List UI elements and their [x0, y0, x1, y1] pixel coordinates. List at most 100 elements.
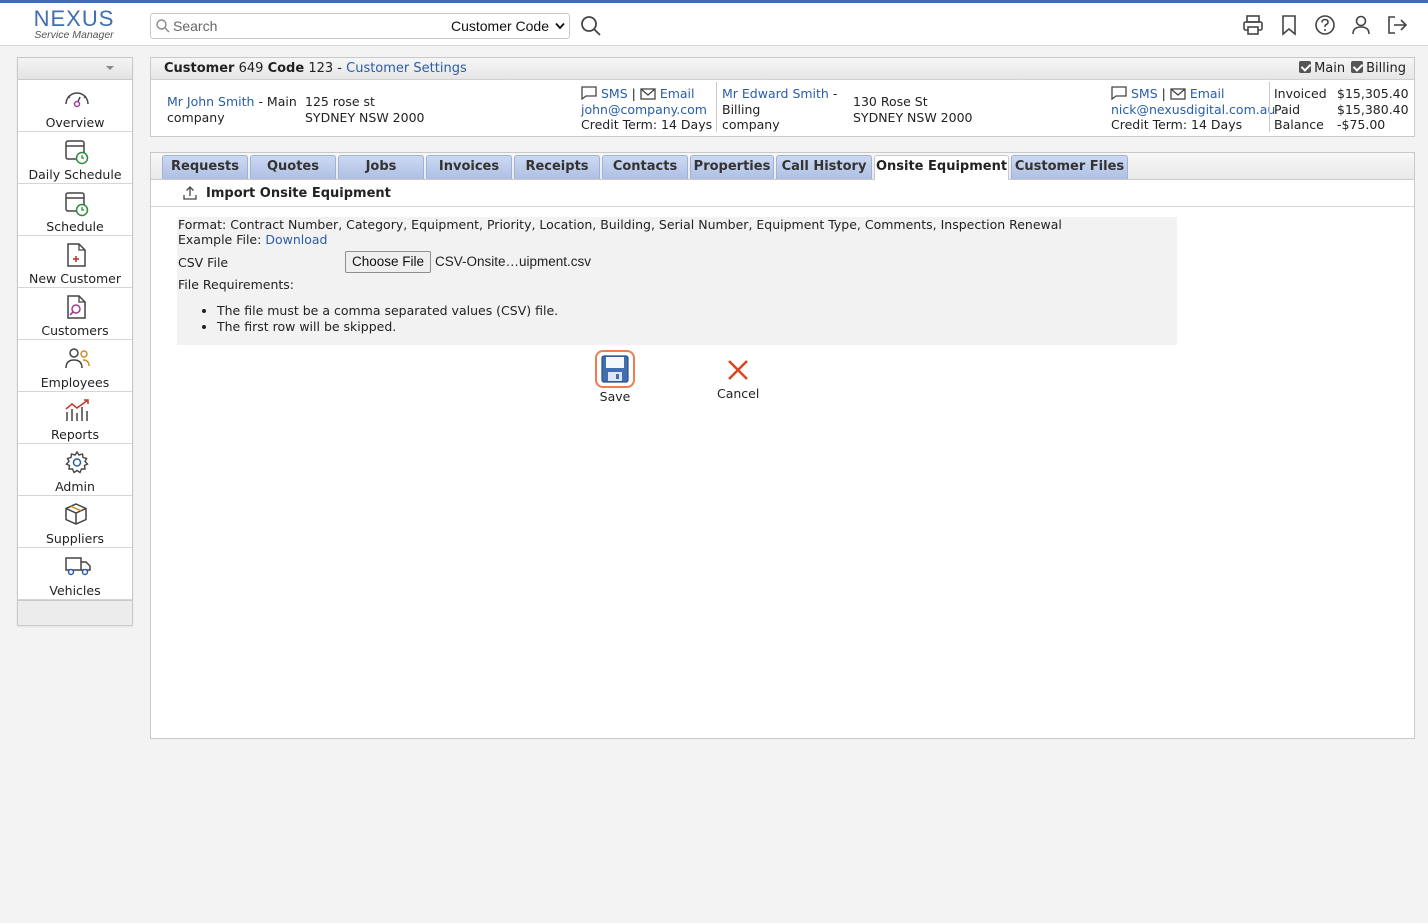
sidebar-item-overview[interactable]: Overview	[18, 80, 132, 132]
tab-contacts[interactable]: Contacts	[602, 155, 688, 179]
paid-label: Paid	[1274, 101, 1301, 117]
main-toggle[interactable]: Main	[1299, 58, 1345, 80]
totals-labels: Invoiced Paid Balance	[1274, 86, 1327, 133]
billing-address: 130 Rose St SYDNEY NSW 2000	[853, 94, 972, 125]
cancel-button[interactable]: Cancel	[717, 358, 759, 401]
main-contact-name[interactable]: Mr John Smith	[167, 94, 254, 109]
message-icon	[581, 86, 597, 100]
tab-jobs[interactable]: Jobs	[338, 155, 424, 179]
sidebar-item-customers[interactable]: Customers	[18, 288, 132, 340]
main-email-link[interactable]: Email	[660, 86, 695, 101]
save-label: Save	[599, 389, 631, 404]
main-contact-role: - Main	[258, 94, 297, 109]
sidebar-item-label: New Customer	[29, 271, 121, 286]
search-mode-select[interactable]: Customer Code	[451, 16, 565, 36]
search-icon	[156, 19, 170, 33]
sidebar-item-label: Schedule	[46, 219, 104, 234]
logout-icon[interactable]	[1386, 14, 1408, 36]
tab-receipts[interactable]: Receipts	[514, 155, 600, 179]
save-button[interactable]: Save	[595, 350, 635, 404]
tab-customer-files[interactable]: Customer Files	[1011, 155, 1128, 179]
balance-value: -$75.00	[1337, 117, 1386, 132]
search-input[interactable]	[173, 17, 433, 35]
section-title: Import Onsite Equipment	[206, 186, 391, 201]
sidebar-item-admin[interactable]: Admin	[18, 444, 132, 496]
top-toolbar	[1242, 14, 1408, 36]
billing-contact-name[interactable]: Mr Edward Smith	[722, 86, 829, 101]
tab-requests[interactable]: Requests	[162, 155, 248, 179]
sidebar-item-reports[interactable]: Reports	[18, 392, 132, 444]
main-panel: Requests Quotes Jobs Invoices Receipts C…	[150, 152, 1415, 739]
billing-sms-link[interactable]: SMS	[1131, 86, 1158, 101]
logo[interactable]: NEXUS Service Manager	[22, 8, 126, 44]
customer-settings-link[interactable]: Customer Settings	[346, 61, 467, 76]
sidebar-item-label: Admin	[55, 479, 95, 494]
billing-address-line1: 130 Rose St	[853, 94, 928, 109]
balance-label: Balance	[1274, 117, 1324, 132]
caret-down-icon	[106, 66, 114, 70]
gear-icon	[65, 450, 89, 474]
billing-contact-company: company	[722, 117, 780, 132]
help-icon[interactable]	[1314, 14, 1336, 36]
billing-credit-term: Credit Term: 14 Days	[1111, 117, 1243, 132]
user-icon[interactable]	[1350, 14, 1372, 36]
search-button-icon[interactable]	[580, 15, 602, 37]
sidebar-item-schedule[interactable]: Schedule	[18, 184, 132, 236]
truck-icon	[65, 557, 91, 576]
tab-onsite-equipment[interactable]: Onsite Equipment	[874, 155, 1009, 180]
sidebar-item-new-customer[interactable]: New Customer	[18, 236, 132, 288]
upload-icon	[183, 186, 197, 200]
tab-call-history[interactable]: Call History	[776, 155, 872, 179]
example-file-row: Example File: Download	[178, 232, 327, 247]
main-sms-link[interactable]: SMS	[601, 86, 628, 101]
choose-file-button[interactable]: Choose File	[345, 251, 431, 273]
tab-properties[interactable]: Properties	[690, 155, 774, 179]
tab-bar: Requests Quotes Jobs Invoices Receipts C…	[151, 153, 1414, 180]
calendar-clock-icon	[65, 192, 89, 217]
download-link[interactable]: Download	[265, 232, 327, 247]
logo-subtitle: Service Manager	[34, 29, 114, 41]
sidebar-item-employees[interactable]: Employees	[18, 340, 132, 392]
sidebar-item-label: Customers	[41, 323, 109, 338]
top-bar: NEXUS Service Manager Customer Code	[0, 0, 1428, 46]
billing-pipe: |	[1161, 86, 1166, 101]
gauge-icon	[65, 92, 89, 108]
customer-title-bar: Customer 649 Code 123 - Customer Setting…	[151, 58, 1414, 80]
sidebar-item-suppliers[interactable]: Suppliers	[18, 496, 132, 548]
import-form: Format: Contract Number, Category, Equip…	[177, 217, 1177, 345]
main-contact-actions: SMS | Email john@company.com Credit Term…	[581, 86, 712, 133]
sidebar-item-daily-schedule[interactable]: Daily Schedule	[18, 132, 132, 184]
bookmark-icon[interactable]	[1278, 14, 1300, 36]
sidebar-item-label: Suppliers	[45, 531, 104, 546]
close-icon	[728, 360, 749, 380]
billing-toggle[interactable]: Billing	[1351, 58, 1406, 80]
sidebar-collapse[interactable]	[18, 58, 132, 80]
main-contact: Mr John Smith - Main company	[167, 94, 297, 125]
main-email-address[interactable]: john@company.com	[581, 102, 707, 117]
billing-email-address[interactable]: nick@nexusdigital.com.au	[1111, 102, 1275, 117]
print-icon[interactable]	[1242, 14, 1264, 36]
main-checkbox[interactable]	[1299, 61, 1312, 73]
format-text: Format: Contract Number, Category, Equip…	[178, 217, 1062, 232]
selected-file-name: CSV-Onsite…uipment.csv	[435, 254, 592, 269]
mail-icon	[640, 88, 656, 100]
title-separator: -	[337, 61, 342, 76]
billing-contact-dash: -	[832, 86, 838, 101]
tab-quotes[interactable]: Quotes	[250, 155, 336, 179]
billing-address-line2: SYDNEY NSW 2000	[853, 109, 973, 125]
sidebar-item-label: Employees	[40, 375, 110, 390]
main-credit-term: Credit Term: 14 Days	[581, 117, 713, 132]
box-icon	[65, 503, 87, 525]
main-contact-company: company	[167, 109, 225, 125]
sidebar-item-label: Daily Schedule	[28, 167, 122, 182]
message-icon	[1111, 86, 1127, 100]
sidebar-item-vehicles[interactable]: Vehicles	[18, 548, 132, 600]
floppy-disk-icon	[601, 355, 629, 383]
billing-email-link[interactable]: Email	[1190, 86, 1225, 101]
code-label: Code	[267, 61, 305, 76]
billing-checkbox[interactable]	[1351, 61, 1364, 73]
list-item: The file must be a comma separated value…	[217, 303, 558, 319]
sidebar-footer	[18, 600, 132, 625]
sidebar-item-label: Reports	[51, 427, 99, 442]
tab-invoices[interactable]: Invoices	[426, 155, 512, 179]
